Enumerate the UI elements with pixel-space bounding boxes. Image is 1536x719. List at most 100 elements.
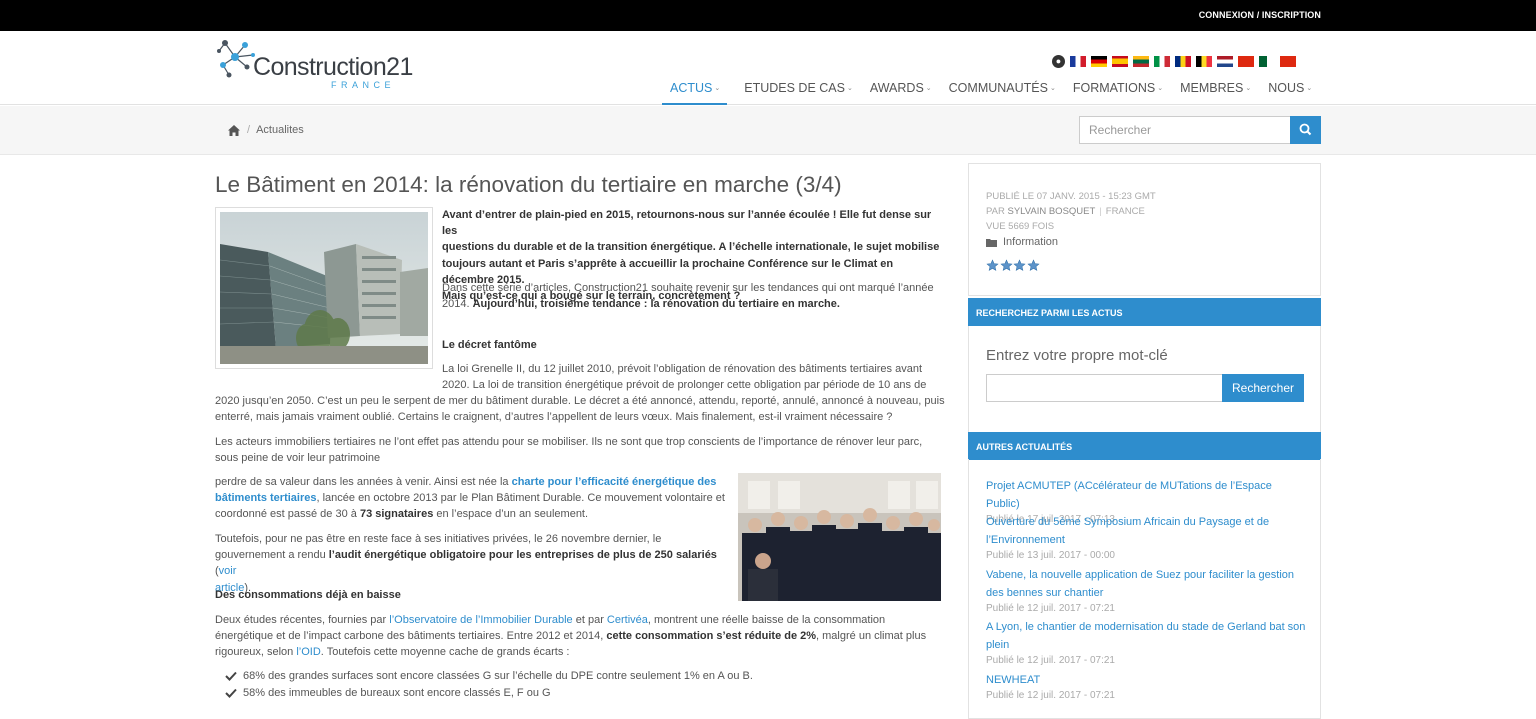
category[interactable]: Information (986, 236, 1058, 248)
paragraph-text: perdre de sa valeur dans les années à ve… (215, 476, 512, 488)
home-icon[interactable] (228, 124, 240, 136)
group-photo (738, 473, 941, 601)
logo-name: Construction21 (253, 53, 413, 81)
paragraph-text: . Toutefois cette moyenne cache de grand… (320, 646, 570, 659)
paragraph-text: , lancée en octobre 2013 par le Plan Bât… (316, 492, 725, 505)
keyword-search-button[interactable]: Rechercher (1222, 374, 1304, 402)
paragraph-text: Deux études récentes, fournies par (215, 614, 390, 626)
news-item-title[interactable]: A Lyon, le chantier de modernisation du … (986, 621, 1305, 651)
chevron-down-icon: ⌄ (1157, 85, 1164, 92)
breadcrumb-separator: / (247, 124, 251, 136)
news-item-title[interactable]: Projet ACMUTEP (ACcélérateur de MUTation… (986, 480, 1272, 510)
charte-link[interactable]: charte pour l’efficacité énergétique des (512, 476, 717, 488)
author-link[interactable]: SYLVAIN BOSQUET (1007, 206, 1095, 217)
article-meta-box: PUBLIÉ LE 07 JANV. 2015 - 15:23 GMT PAR … (968, 163, 1321, 296)
star-icon[interactable] (986, 259, 999, 272)
flag-nl-icon[interactable] (1217, 55, 1233, 67)
category-label: Information (1003, 236, 1059, 248)
nav-etudes-de-cas[interactable]: ETUDES DE CAS ⌄ (744, 79, 853, 105)
certivea-link[interactable]: Certivéa (607, 614, 648, 626)
news-panel-heading: AUTRES ACTUALITÉS (968, 432, 1321, 460)
article-paragraph-7: Deux études récentes, fournies par l’Obs… (215, 612, 945, 661)
paragraph-line: 2020 jusqu’en 2050. C’est un peu le serp… (215, 395, 945, 407)
article-paragraph-3b: 2020 jusqu’en 2050. C’est un peu le serp… (215, 393, 945, 425)
flag-es-icon[interactable] (1112, 55, 1128, 67)
news-item-date: Publié le 13 juil. 2017 - 00:00 (986, 550, 1115, 562)
flag-dz-icon[interactable] (1259, 55, 1275, 67)
flag-ro-icon[interactable] (1175, 55, 1191, 67)
site-logo[interactable]: Construction21 FRANCE (217, 37, 413, 90)
oid-short-link[interactable]: l’OID (296, 646, 320, 658)
folder-icon (986, 238, 997, 247)
voir-article-link[interactable]: voir (219, 565, 237, 577)
flag-lt-icon[interactable] (1133, 55, 1149, 67)
logo-molecule-icon (217, 40, 255, 78)
paragraph-line: Toutefois, pour ne pas être en reste fac… (215, 533, 662, 545)
news-item: Vabene, la nouvelle application de Suez … (986, 565, 1306, 617)
globe-icon[interactable]: ● (1052, 54, 1065, 68)
paragraph-bold: 73 signataires (359, 508, 434, 521)
list-item: 58% des immeubles de bureaux sont encore… (225, 685, 925, 702)
login-signup-link[interactable]: CONNEXION / INSCRIPTION (1199, 10, 1321, 20)
intro-line: questions du durable et de la transition… (442, 241, 940, 254)
chevron-down-icon: ⌄ (1306, 85, 1313, 92)
oid-link[interactable]: l’Observatoire de l’Immobilier Durable (389, 614, 572, 626)
paragraph-text: , montrent une réelle baisse de la conso… (647, 614, 886, 626)
news-item: NEWHEAT Publié le 12 juil. 2017 - 07:21 (986, 670, 1306, 704)
subheading-decret: Le décret fantôme (442, 339, 537, 351)
checkmark-icon (225, 672, 237, 682)
flag-de-icon[interactable] (1091, 55, 1107, 67)
paragraph-text: gouvernement a rendu (215, 549, 329, 562)
article-paragraph-2: Dans cette série d’articles, Constructio… (442, 280, 942, 312)
breadcrumb: / Actualites (228, 124, 304, 136)
article-paragraph-4: Les acteurs immobiliers tertiaires ne l’… (215, 434, 945, 466)
stats-list: 68% des grandes surfaces sont encore cla… (225, 668, 925, 701)
paragraph-line: La loi Grenelle II, du 12 juillet 2010, … (442, 363, 923, 375)
author-line: PAR SYLVAIN BOSQUET | FRANCE (986, 206, 1145, 217)
news-item: A Lyon, le chantier de modernisation du … (986, 617, 1306, 669)
news-item-date: Publié le 12 juil. 2017 - 07:21 (986, 655, 1115, 667)
nav-formations[interactable]: FORMATIONS ⌄ (1073, 79, 1163, 105)
chevron-down-icon: ⌄ (1049, 85, 1056, 92)
paragraph-text: rigoureux, selon (215, 646, 297, 659)
news-item-title[interactable]: Vabene, la nouvelle application de Suez … (986, 569, 1294, 599)
flag-fr-icon[interactable] (1070, 55, 1086, 67)
flag-cn2-icon[interactable] (1280, 55, 1296, 67)
nav-actus[interactable]: ACTUS ⌄ (662, 79, 728, 105)
nav-communautes[interactable]: COMMUNAUTÉS ⌄ (949, 79, 1056, 105)
list-item-text: 68% des grandes surfaces sont encore cla… (243, 670, 753, 683)
header-search-input[interactable]: Rechercher (1079, 116, 1291, 144)
star-icon[interactable] (999, 259, 1013, 272)
article-secondary-image[interactable] (738, 473, 941, 601)
nav-nous[interactable]: NOUS ⌄ (1268, 79, 1312, 105)
flag-be-icon[interactable] (1196, 55, 1212, 67)
main-nav: ACTUS ⌄ ETUDES DE CAS ⌄ AWARDS ⌄ COMMUNAUTÉ… (662, 79, 1329, 105)
charte-link-cont[interactable]: bâtiments tertiaires (215, 492, 316, 504)
header-search-button[interactable] (1290, 116, 1321, 144)
search-panel-label: Entrez votre propre mot-clé (986, 347, 1168, 364)
paragraph-text: en l’espace d’un an seulement. (433, 508, 589, 521)
article-main-image[interactable] (215, 207, 433, 369)
rating-stars[interactable] (986, 259, 1040, 272)
paragraph-text: énergétique et de l’impact carbone des b… (215, 630, 607, 643)
intro-line: Avant d’entrer de plain-pied en 2015, re… (442, 209, 932, 238)
paragraph-line: sous peine de voir leur patrimoine (215, 452, 381, 465)
nav-awards[interactable]: AWARDS ⌄ (870, 79, 932, 105)
news-item: Ouverture du 5ème Symposium Africain du … (986, 512, 1306, 564)
flag-cn-icon[interactable] (1238, 55, 1254, 67)
building-photo (219, 212, 428, 364)
keyword-input[interactable] (986, 374, 1223, 402)
meta-separator: | (1099, 206, 1102, 217)
news-item-title[interactable]: Ouverture du 5ème Symposium Africain du … (986, 516, 1269, 546)
news-item-date: Publié le 12 juil. 2017 - 07:21 (986, 690, 1115, 702)
star-icon[interactable] (1013, 259, 1026, 272)
list-item: 68% des grandes surfaces sont encore cla… (225, 668, 925, 685)
paragraph-line: 2020. La loi de transition énergétique p… (442, 379, 927, 392)
paragraph-line: enterré, mais jamais vraiment oublié. Ce… (215, 411, 893, 424)
news-item-title[interactable]: NEWHEAT (986, 674, 1040, 686)
nav-membres[interactable]: MEMBRES ⌄ (1180, 79, 1251, 105)
view-count: VUE 5669 FOIS (986, 221, 1055, 232)
breadcrumb-bar: / Actualites Rechercher (0, 106, 1536, 155)
flag-it-icon[interactable] (1154, 55, 1170, 67)
star-icon[interactable] (1026, 259, 1040, 272)
